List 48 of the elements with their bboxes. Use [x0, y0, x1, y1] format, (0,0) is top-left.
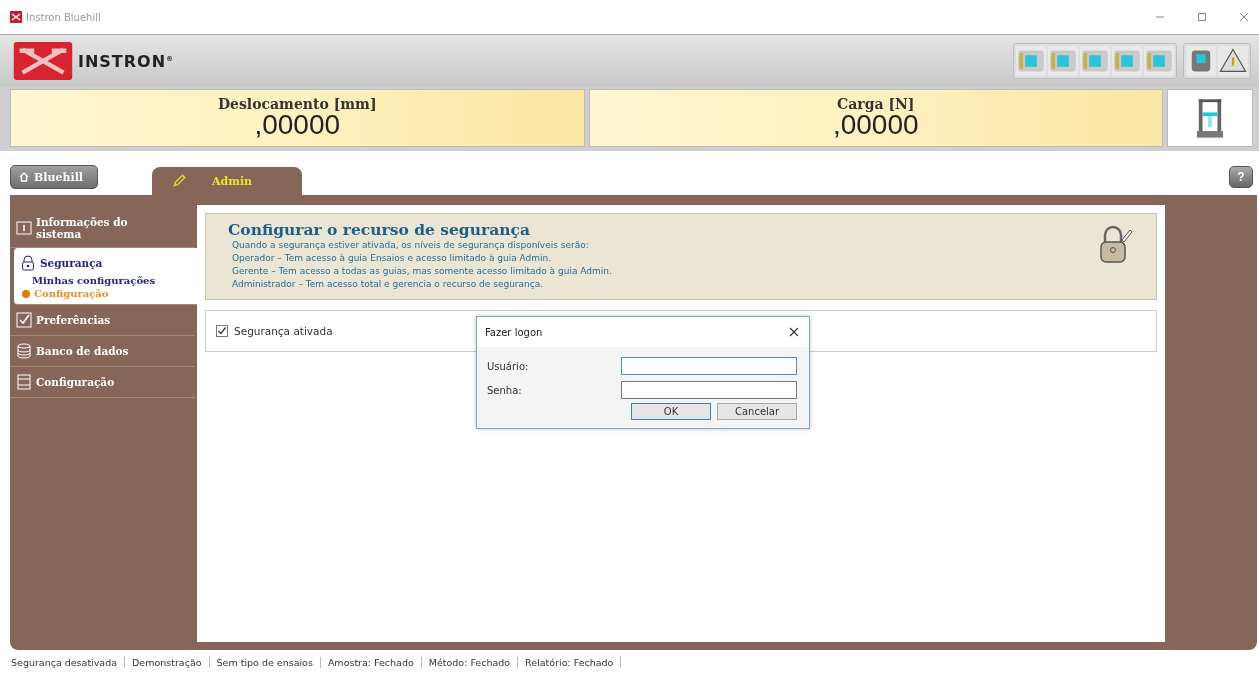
description-line: Gerente – Tem acesso a todas as guias, mas somente acesso limitado à guia Admin.: [231, 265, 613, 278]
brand-name: INSTRON$^{®}$: [78, 51, 175, 71]
cancel-button[interactable]: Cancelar: [717, 403, 797, 420]
checkbox-icon: [16, 312, 32, 328]
checkbox-icon: [216, 325, 228, 337]
status-item: Amostra: Fechado: [320, 657, 422, 668]
section-title: Configurar o recurso de segurança: [228, 220, 531, 239]
maximize-icon[interactable]: [1197, 12, 1207, 22]
sidebar-item[interactable]: Preferências: [10, 305, 195, 336]
readout-value: ,00000: [254, 111, 341, 139]
readout-value: ,00000: [832, 111, 919, 139]
description-line: Administrador – Tem acesso total e gerencia o recurso de segurança.: [231, 278, 545, 291]
input-field[interactable]: [621, 357, 797, 375]
status-item: Relatório: Fechado: [518, 657, 622, 668]
help-button[interactable]: ?: [1229, 166, 1253, 188]
input-field[interactable]: [621, 381, 797, 399]
ok-button[interactable]: OK: [631, 403, 711, 420]
pencil-icon: [172, 174, 186, 188]
device-icon[interactable]: [1186, 46, 1216, 76]
dialog-title: Fazer logon: [485, 326, 543, 338]
description-line: Operador – Tem acesso à guia Ensaios e acesso limitado à guia Admin.: [231, 252, 553, 265]
home-icon: [19, 172, 29, 182]
sidebar-item[interactable]: Banco de dados: [10, 336, 195, 367]
field-label: Senha:: [487, 384, 522, 396]
lock-icon: [20, 255, 36, 271]
sidebar-item[interactable]: Segurança Minhas configurações Configuração: [14, 248, 197, 305]
window-title: Instron Bluehill: [26, 11, 101, 23]
description-line: Quando a segurança estiver ativada, os níveis de segurança disponíveis serão:: [231, 239, 590, 252]
field-label: Usuário:: [487, 360, 529, 372]
frame-icon: [16, 374, 32, 390]
test-frame-icon: [1196, 96, 1224, 140]
warning-icon[interactable]: [1218, 46, 1248, 76]
status-item: Método: Fechado: [421, 657, 519, 668]
info-icon: [16, 220, 32, 236]
close-icon[interactable]: [789, 327, 799, 337]
readout-label: Deslocamento [mm]: [217, 97, 377, 111]
status-item: Sem tipo de ensaios: [209, 657, 321, 668]
status-item: Segurança desativada: [4, 657, 126, 668]
app-logo-icon: [10, 11, 22, 23]
security-checkbox[interactable]: Segurança ativada: [216, 325, 333, 337]
home-button[interactable]: Bluehill: [10, 165, 98, 189]
sidebar-subitem[interactable]: Minhas configurações: [20, 274, 193, 287]
sidebar-item[interactable]: Configuração: [10, 367, 195, 398]
status-item: Demonstração: [125, 657, 210, 668]
brand-logo-icon: [12, 42, 74, 80]
database-icon: [16, 343, 32, 359]
readout-label: Carga [N]: [837, 97, 915, 111]
admin-tab[interactable]: Admin: [152, 167, 303, 195]
